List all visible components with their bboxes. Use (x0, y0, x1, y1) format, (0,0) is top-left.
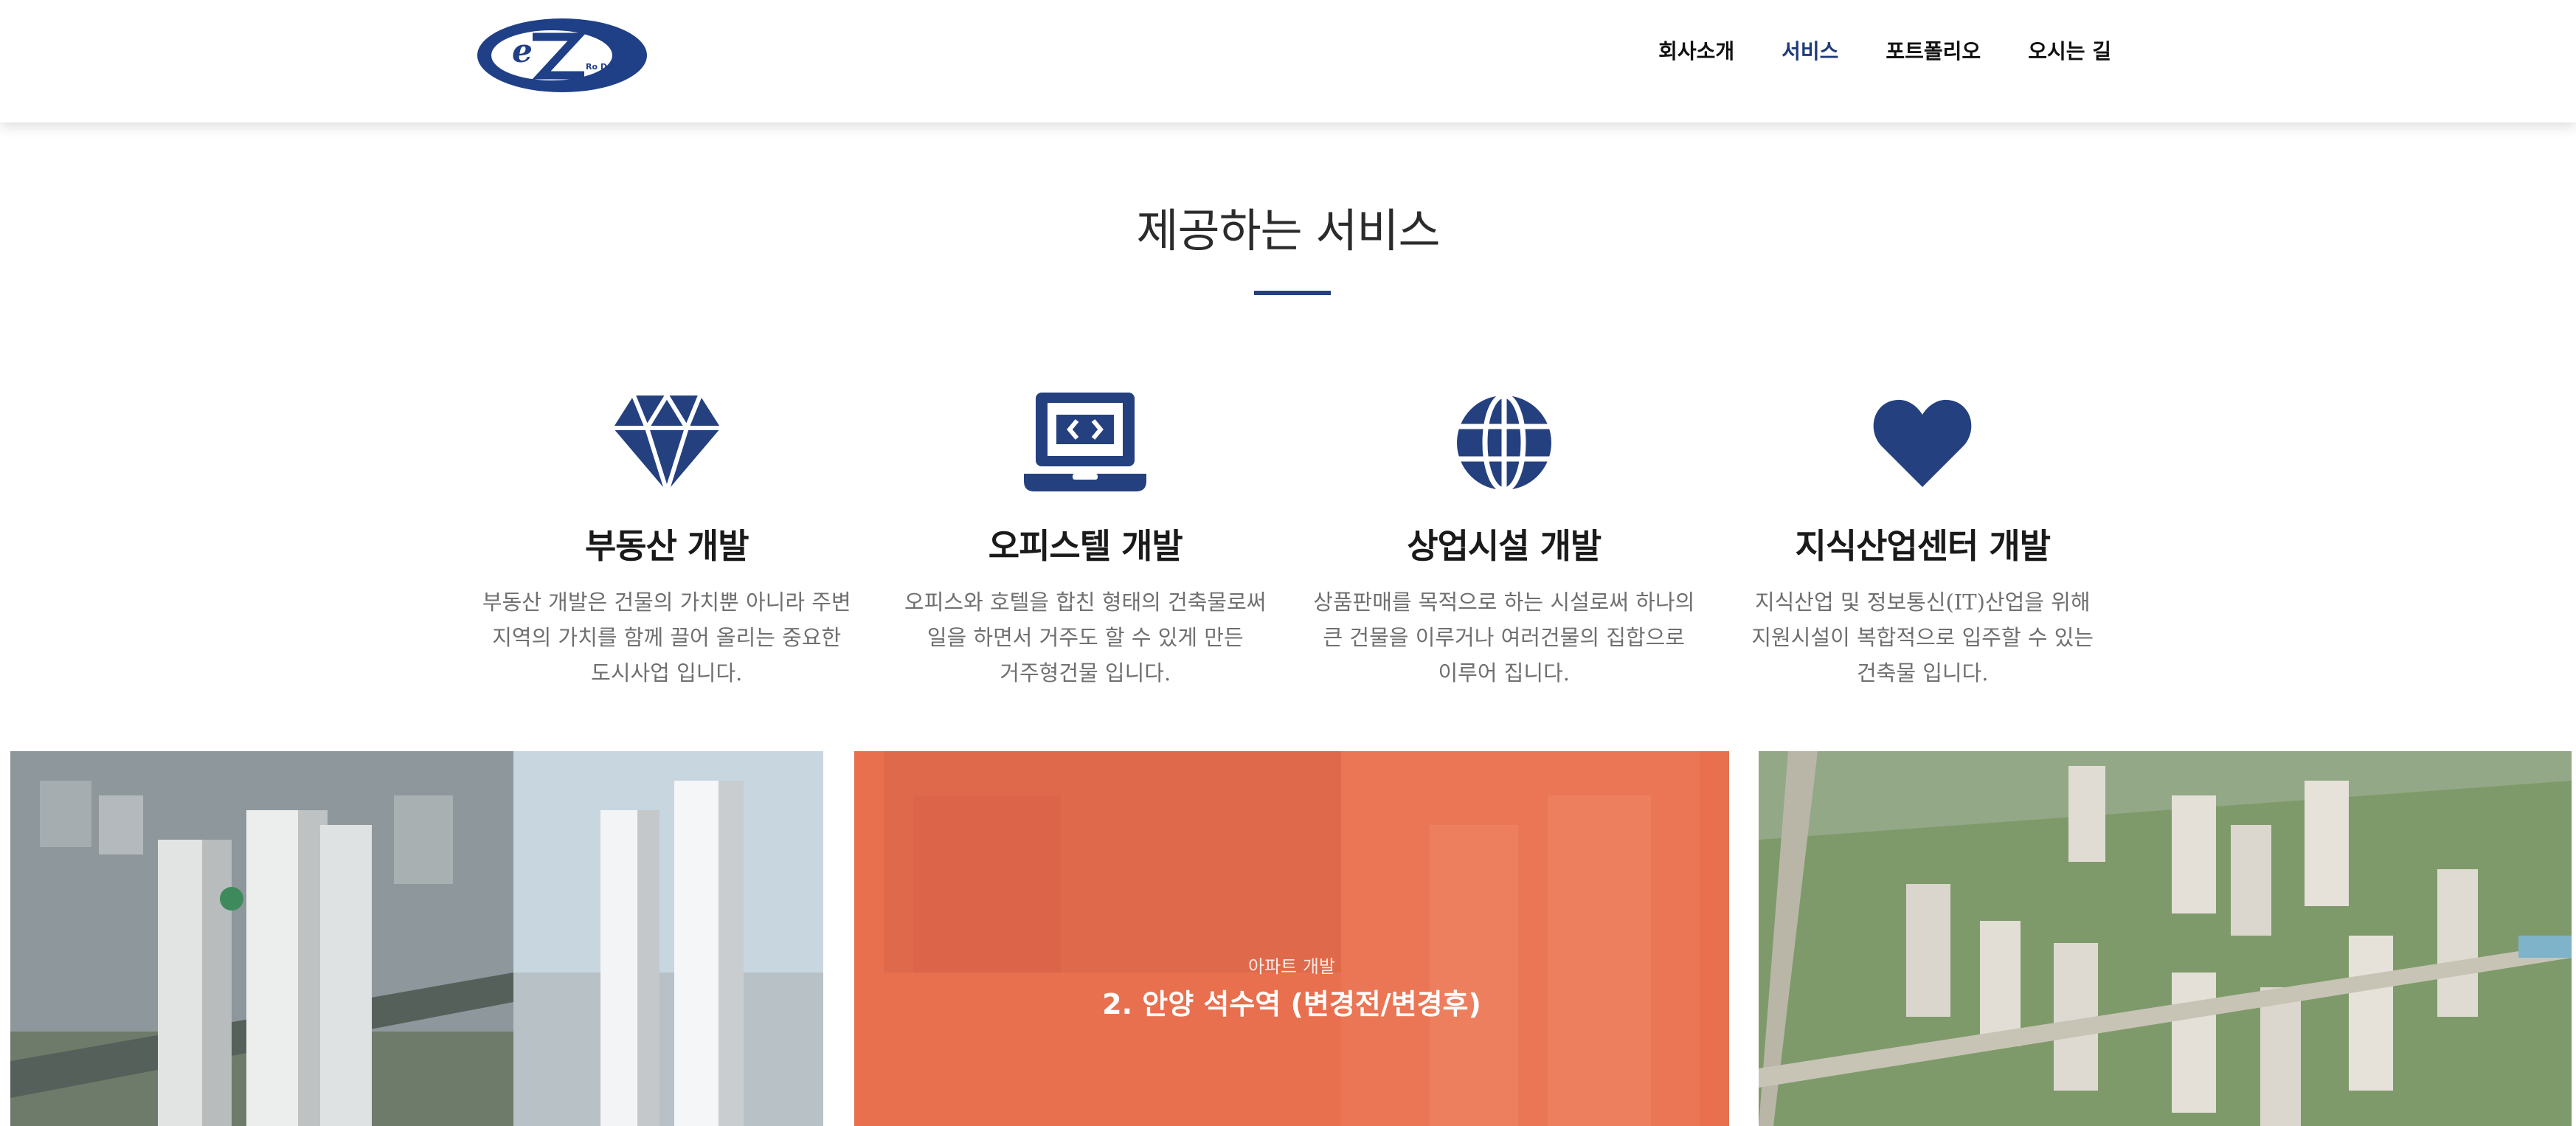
service-description: 지식산업 및 정보통신(IT)산업을 위해 지원시설이 복합적으로 입주할 수 … (1751, 590, 2094, 685)
service-title: 지식산업센터 개발 (1795, 526, 2051, 566)
main-nav: 회사소개 서비스 포트폴리오 오시는 길 (1658, 35, 2111, 68)
nav-item-portfolio[interactable]: 포트폴리오 (1886, 35, 1981, 68)
heart-icon (1873, 399, 1972, 487)
logo-icon: e Ro D&C (477, 18, 647, 92)
portfolio-category: 아파트 개발 (1247, 956, 1336, 977)
portfolio-title: 2. 안양 석수역 (변경전/변경후) (1102, 988, 1481, 1020)
portfolio-image (854, 751, 1729, 1126)
portfolio-tile[interactable] (10, 751, 823, 1126)
service-real-estate: 부동산 개발 부동산 개발은 건물의 가치뿐 아니라 주변 지역의 가치를 함께… (457, 391, 876, 701)
globe-icon (1456, 393, 1551, 493)
svg-text:e: e (512, 32, 533, 70)
title-divider (1254, 291, 1331, 295)
service-description: 부동산 개발은 건물의 가치뿐 아니라 주변 지역의 가치를 함께 끌어 올리는… (482, 590, 851, 685)
service-knowledge-center: 지식산업센터 개발 지식산업 및 정보통신(IT)산업을 위해 지원시설이 복합… (1714, 391, 2133, 701)
svg-text:Ro D&C: Ro D&C (586, 62, 620, 72)
service-title: 부동산 개발 (584, 526, 749, 566)
site-header: e Ro D&C 회사소개 서비스 포트폴리오 오시는 길 (0, 0, 2576, 122)
diamond-icon (612, 391, 721, 494)
site-logo[interactable]: e Ro D&C (475, 16, 649, 94)
portfolio-tile-featured[interactable]: 아파트 개발 2. 안양 석수역 (변경전/변경후) (854, 751, 1729, 1126)
portfolio-image (10, 751, 823, 1126)
services-section-title: 제공하는 서비스 (1136, 204, 1441, 258)
services-row: 부동산 개발 부동산 개발은 건물의 가치뿐 아니라 주변 지역의 가치를 함께… (457, 391, 2132, 701)
nav-item-directions[interactable]: 오시는 길 (2028, 35, 2111, 68)
portfolio-image (1759, 751, 2572, 1126)
service-commercial: 상업시설 개발 상품판매를 목적으로 하는 시설로써 하나의 큰 건물을 이루거… (1295, 391, 1714, 701)
service-officetel: 오피스텔 개발 오피스와 호텔을 합친 형태의 건축물로써 일을 하면서 거주도… (876, 391, 1295, 701)
portfolio-tile[interactable] (1759, 751, 2572, 1126)
service-description: 상품판매를 목적으로 하는 시설로써 하나의 큰 건물을 이루거나 여러건물의 … (1313, 590, 1695, 685)
nav-item-services[interactable]: 서비스 (1782, 35, 1838, 68)
service-title: 오피스텔 개발 (988, 526, 1183, 566)
nav-item-company[interactable]: 회사소개 (1658, 35, 1734, 68)
service-title: 상업시설 개발 (1407, 526, 1602, 566)
laptop-code-icon (1024, 393, 1147, 491)
service-description: 오피스와 호텔을 합친 형태의 건축물로써 일을 하면서 거주도 할 수 있게 … (904, 590, 1267, 685)
